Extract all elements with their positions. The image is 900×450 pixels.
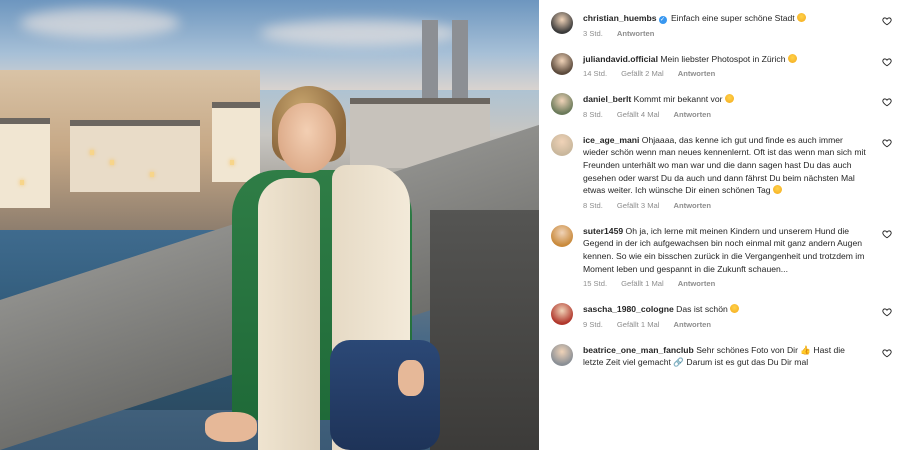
comment-username[interactable]: beatrice_one_man_fanclub bbox=[583, 345, 694, 355]
comment-item: ice_age_mani Ohjaaaa, das kenne ich gut … bbox=[539, 133, 900, 211]
reply-button[interactable]: Antworten bbox=[673, 201, 711, 210]
like-heart-icon[interactable] bbox=[882, 348, 892, 358]
like-heart-icon[interactable] bbox=[882, 138, 892, 148]
comment-body: suter1459 Oh ja, ich lerne mit meinen Ki… bbox=[583, 225, 866, 289]
comment-text: Mein liebster Photospot in Zürich bbox=[660, 53, 786, 64]
emoji-icon bbox=[797, 13, 807, 22]
reply-button[interactable]: Antworten bbox=[673, 320, 711, 329]
comment-likes[interactable]: Gefällt 4 Mal bbox=[617, 110, 660, 119]
comment-text: Oh ja, ich lerne mit meinen Kindern und … bbox=[583, 225, 865, 274]
comment-likes[interactable]: Gefällt 3 Mal bbox=[617, 201, 660, 210]
building bbox=[70, 120, 200, 192]
comment-username[interactable]: ice_age_mani bbox=[583, 135, 639, 145]
verified-badge-icon: ✓ bbox=[658, 16, 667, 24]
comment-item: juliandavid.official Mein liebster Photo… bbox=[539, 52, 900, 80]
lit-window bbox=[230, 160, 234, 165]
avatar[interactable] bbox=[551, 303, 573, 326]
like-heart-icon[interactable] bbox=[882, 307, 892, 317]
comment-likes[interactable]: Gefällt 1 Mal bbox=[617, 320, 660, 329]
comment-meta: 8 Std. Gefällt 3 Mal Antworten bbox=[583, 201, 866, 211]
comment-body: ice_age_mani Ohjaaaa, das kenne ich gut … bbox=[583, 134, 866, 211]
comment-time: 15 Std. bbox=[583, 279, 608, 289]
comment-time: 9 Std. bbox=[583, 319, 603, 329]
avatar[interactable] bbox=[551, 133, 573, 156]
comment-username[interactable]: daniel_berlt bbox=[583, 94, 631, 104]
wall-face bbox=[430, 210, 539, 450]
like-heart-icon[interactable] bbox=[882, 97, 892, 107]
comment-username[interactable]: suter1459 bbox=[583, 226, 623, 236]
lit-window bbox=[90, 150, 94, 155]
comment-time: 3 Std. bbox=[583, 28, 603, 38]
comment-body: christian_huembs ✓ Einfach eine super sch… bbox=[583, 12, 866, 39]
emoji-icon bbox=[724, 94, 734, 104]
avatar[interactable] bbox=[551, 93, 573, 116]
comment-meta: 3 Std. Antworten bbox=[583, 29, 866, 39]
reply-button[interactable]: Antworten bbox=[678, 69, 716, 78]
comment-body: daniel_berlt Kommt mir bekannt vor 8 Std… bbox=[583, 93, 866, 120]
reply-button[interactable]: Antworten bbox=[673, 110, 711, 119]
lit-window bbox=[150, 172, 154, 177]
reply-button[interactable]: Antworten bbox=[678, 279, 716, 288]
church-tower bbox=[422, 20, 438, 98]
avatar[interactable] bbox=[551, 12, 573, 34]
comment-username[interactable]: juliandavid.official bbox=[583, 54, 658, 64]
emoji-icon bbox=[787, 53, 797, 63]
jeans bbox=[330, 340, 440, 450]
comment-text: Das ist schön bbox=[676, 304, 728, 315]
hand bbox=[398, 360, 424, 396]
emoji-icon bbox=[772, 185, 782, 195]
comment-meta: 15 Std. Gefällt 1 Mal Antworten bbox=[583, 279, 866, 289]
comment-time: 14 Std. bbox=[583, 69, 608, 79]
avatar[interactable] bbox=[551, 343, 573, 366]
fur-vest bbox=[258, 178, 320, 450]
like-heart-icon[interactable] bbox=[882, 57, 892, 67]
church-tower bbox=[452, 20, 468, 98]
emoji-icon bbox=[730, 304, 740, 314]
comment-item: sascha_1980_cologne Das ist schön 9 Std.… bbox=[539, 303, 900, 330]
reply-button[interactable]: Antworten bbox=[617, 29, 655, 38]
building bbox=[212, 102, 260, 182]
like-heart-icon[interactable] bbox=[882, 229, 892, 239]
comment-meta: 9 Std. Gefällt 1 Mal Antworten bbox=[583, 320, 866, 330]
avatar[interactable] bbox=[551, 52, 573, 75]
comment-item: suter1459 Oh ja, ich lerne mit meinen Ki… bbox=[539, 224, 900, 289]
comment-text: Kommt mir bekannt vor bbox=[633, 94, 723, 105]
comment-item: daniel_berlt Kommt mir bekannt vor 8 Std… bbox=[539, 93, 900, 120]
comment-username[interactable]: sascha_1980_cologne bbox=[583, 304, 674, 314]
comment-body: juliandavid.official Mein liebster Photo… bbox=[583, 53, 866, 80]
comments-panel: christian_huembs ✓ Einfach eine super sch… bbox=[539, 0, 900, 450]
comment-text: Einfach eine super schöne Stadt bbox=[670, 13, 795, 23]
building bbox=[0, 118, 50, 208]
comment-item: beatrice_one_man_fanclub Sehr schönes Fo… bbox=[539, 343, 900, 369]
comment-username[interactable]: christian_huembs bbox=[583, 13, 657, 23]
lit-window bbox=[110, 160, 114, 165]
comment-meta: 8 Std. Gefällt 4 Mal Antworten bbox=[583, 110, 866, 120]
comment-time: 8 Std. bbox=[583, 200, 603, 210]
post-photo bbox=[0, 0, 539, 450]
lit-window bbox=[20, 180, 24, 185]
hand bbox=[205, 412, 257, 442]
comment-likes[interactable]: Gefällt 2 Mal bbox=[621, 69, 664, 78]
avatar[interactable] bbox=[551, 224, 573, 247]
comment-item: christian_huembs ✓ Einfach eine super sch… bbox=[539, 12, 900, 39]
comment-likes[interactable]: Gefällt 1 Mal bbox=[621, 279, 664, 288]
comment-body: beatrice_one_man_fanclub Sehr schönes Fo… bbox=[583, 344, 866, 369]
comment-meta: 14 Std. Gefällt 2 Mal Antworten bbox=[583, 69, 866, 79]
comment-time: 8 Std. bbox=[583, 109, 603, 119]
like-heart-icon[interactable] bbox=[882, 16, 892, 26]
face bbox=[278, 103, 336, 173]
cloud bbox=[20, 8, 180, 38]
comment-body: sascha_1980_cologne Das ist schön 9 Std.… bbox=[583, 303, 866, 330]
